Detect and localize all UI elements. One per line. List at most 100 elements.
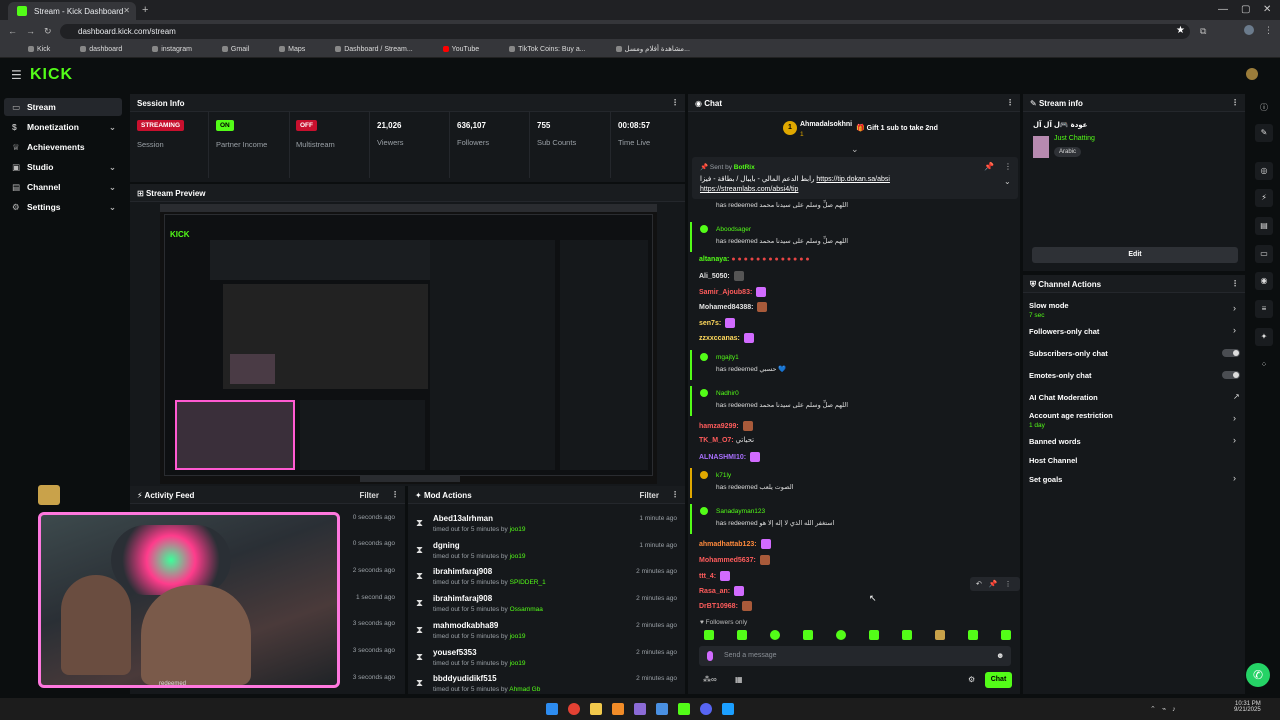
back-icon[interactable]: ← xyxy=(8,26,17,36)
more-options-icon[interactable]: ⋮ xyxy=(1006,98,1014,107)
mod-action-row[interactable]: ⧗ ibrahimfaraj908 timed out for 5 minutes … xyxy=(408,563,685,590)
more-options-icon[interactable]: ⋮ xyxy=(1231,98,1239,107)
mod-action-row[interactable]: ⧗ dgning timed out for 5 minutes by joo19 1… xyxy=(408,537,685,564)
bookmark-item[interactable]: مشاهدة أفلام ومسل... xyxy=(615,46,704,53)
emote-icon[interactable] xyxy=(836,630,846,640)
emote-icon[interactable] xyxy=(704,630,714,640)
minimize-icon[interactable]: — xyxy=(1218,4,1228,15)
emotes-only-toggle[interactable] xyxy=(1222,371,1240,379)
profile-avatar[interactable] xyxy=(1244,25,1254,35)
system-tray[interactable]: ⌃⌁♪ xyxy=(1150,705,1182,713)
bookmark-item[interactable]: dashboard xyxy=(80,46,136,53)
lightning-icon[interactable]: ⚡ xyxy=(1255,189,1273,207)
emote-icon[interactable] xyxy=(968,630,978,640)
channel-action-set-goals[interactable]: Set goals xyxy=(1029,475,1062,484)
kick-app-icon[interactable] xyxy=(678,703,690,715)
more-options-icon[interactable]: ⋮ xyxy=(1004,162,1012,171)
chat-message[interactable]: ALNASHMI10: xyxy=(699,452,761,462)
chat-message[interactable]: ttt_4: xyxy=(699,571,731,581)
bookmark-star-icon[interactable]: ★ xyxy=(1176,25,1185,36)
mod-action-row[interactable]: ⧗ Abed13alrhman timed out for 5 minutes by… xyxy=(408,510,685,537)
close-window-icon[interactable]: ✕ xyxy=(1263,4,1271,15)
bookmark-item[interactable]: YouTube xyxy=(442,46,494,53)
more-options-icon[interactable]: ⋮ xyxy=(1231,279,1239,288)
chat-message[interactable]: zzxxccanas: xyxy=(699,333,754,343)
unpin-icon[interactable]: 📌 xyxy=(984,162,994,171)
pinned-message[interactable]: 📌 Sent by BotRix رابط الدعم المالي - باي… xyxy=(692,157,1018,199)
browser-tab[interactable]: Stream - Kick Dashboard ✕ xyxy=(8,2,136,20)
sidebar-item-studio[interactable]: ▣ Studio ⌄ xyxy=(4,158,122,176)
edit-icon[interactable]: ✎ xyxy=(1255,124,1273,142)
edit-stream-info-button[interactable]: Edit xyxy=(1032,247,1238,263)
mod-action-row[interactable]: ⧗ bbddyudidikf515 timed out for 5 minutes … xyxy=(408,670,685,697)
chat-redeem-row[interactable]: Nadhir0 has redeemed اللهم صلِّ وسلم على … xyxy=(690,386,1018,416)
emote-icon[interactable] xyxy=(935,630,945,640)
external-link-icon[interactable]: ↗ xyxy=(1233,392,1240,401)
whatsapp-icon[interactable]: ✆ xyxy=(1246,663,1270,687)
message-actions[interactable]: ↶📌⋮ xyxy=(970,577,1020,591)
chat-message[interactable]: TK_M_O7: تحياتي xyxy=(699,436,754,444)
kick-logo[interactable]: KICK xyxy=(30,66,73,84)
sidebar-item-stream[interactable]: ▭ Stream xyxy=(4,98,122,116)
url-input[interactable]: dashboard.kick.com/stream xyxy=(60,24,1190,39)
sidebar-item-achievements[interactable]: ♕ Achievements xyxy=(4,138,122,156)
emote-icon[interactable] xyxy=(902,630,912,640)
chat-settings-icon[interactable]: ⚙ xyxy=(968,675,975,684)
hamburger-menu-icon[interactable]: ☰ xyxy=(11,68,22,82)
clock[interactable]: 10:31 PM 9/21/2025 xyxy=(1234,701,1261,713)
emote-icon[interactable] xyxy=(1001,630,1011,640)
send-chat-button[interactable]: Chat xyxy=(985,672,1012,688)
broadcast-icon[interactable]: ◉ xyxy=(1255,272,1273,290)
stream-preview-video[interactable]: KICK xyxy=(160,204,657,484)
chat-message[interactable]: Rasa_an: xyxy=(699,586,745,596)
gift-leader-username[interactable]: Ahmadalsokhni xyxy=(800,121,852,128)
layers-icon[interactable]: ≡ xyxy=(1255,300,1273,318)
clipboard-icon[interactable]: ▤ xyxy=(1255,217,1273,235)
reload-icon[interactable]: ↻ xyxy=(44,26,52,37)
chevron-right-icon[interactable]: › xyxy=(1233,303,1236,313)
chevron-right-icon[interactable]: › xyxy=(1233,413,1236,423)
points-icon[interactable]: ⁂∞ xyxy=(703,675,717,684)
close-tab-icon[interactable]: ✕ xyxy=(123,6,130,15)
chat-input[interactable]: Send a message ☻ xyxy=(699,646,1011,666)
chat-message[interactable]: Samir_Ajoub83: xyxy=(699,287,767,297)
channel-action-subscribers-only[interactable]: Subscribers-only chat xyxy=(1029,349,1108,358)
subscribers-only-toggle[interactable] xyxy=(1222,349,1240,357)
pinned-link[interactable]: https://tip.dokan.sa/absi xyxy=(816,176,890,183)
more-options-icon[interactable]: ⋮ xyxy=(671,490,679,499)
calendar-icon[interactable]: ▦ xyxy=(735,675,743,684)
browser-menu-icon[interactable]: ⋮ xyxy=(1264,25,1273,36)
bookmark-item[interactable]: instagram xyxy=(152,46,206,53)
maximize-icon[interactable]: ▢ xyxy=(1241,4,1250,15)
emote-icon[interactable] xyxy=(869,630,879,640)
app-icon[interactable] xyxy=(634,703,646,715)
filter-button[interactable]: Filter xyxy=(359,491,379,500)
mod-action-row[interactable]: ⧗ yousef5353 timed out for 5 minutes by jo… xyxy=(408,644,685,671)
chat-message[interactable]: sen7s: xyxy=(699,318,736,328)
more-options-icon[interactable]: ⋮ xyxy=(671,98,679,107)
extensions-icon[interactable]: ⧉ xyxy=(1200,26,1206,37)
new-tab-icon[interactable]: + xyxy=(142,4,148,16)
channel-action-emotes-only[interactable]: Emotes-only chat xyxy=(1029,371,1092,380)
chat-redeem-row[interactable]: Sanadayman123 has redeemed استغفر الله ال… xyxy=(690,504,1018,534)
app-icon[interactable] xyxy=(612,703,624,715)
bookmark-item[interactable]: Gmail xyxy=(221,46,263,53)
channel-action-host-channel[interactable]: Host Channel xyxy=(1029,456,1077,465)
folder-icon[interactable] xyxy=(590,703,602,715)
chevron-right-icon[interactable]: › xyxy=(1233,325,1236,335)
filter-button[interactable]: Filter xyxy=(639,491,659,500)
bookmark-item[interactable]: Dashboard / Stream... xyxy=(335,46,426,53)
bookmark-item[interactable]: Maps xyxy=(279,46,319,53)
channel-action-followers-only[interactable]: Followers-only chat xyxy=(1029,327,1099,336)
chat-redeem-row[interactable]: k71ly has redeemed الصوت يلعب xyxy=(690,468,1018,498)
mod-action-row[interactable]: ⧗ ibrahimfaraj908 timed out for 5 minutes … xyxy=(408,590,685,617)
settings-dots-icon[interactable]: ⁘ xyxy=(1255,356,1273,374)
chrome-icon[interactable] xyxy=(568,703,580,715)
bookmark-item[interactable]: TikTok Coins: Buy a... xyxy=(509,46,599,53)
emote-icon[interactable] xyxy=(737,630,747,640)
chat-redeem-row[interactable]: mgajty1 has redeemed حسبي 💙 xyxy=(690,350,1018,380)
windows-start-icon[interactable] xyxy=(546,703,558,715)
chat-bubble-icon[interactable]: ▭ xyxy=(1255,245,1273,263)
wrench-icon[interactable]: ✦ xyxy=(1255,328,1273,346)
sidebar-item-monetization[interactable]: $ Monetization ⌄ xyxy=(4,118,122,136)
